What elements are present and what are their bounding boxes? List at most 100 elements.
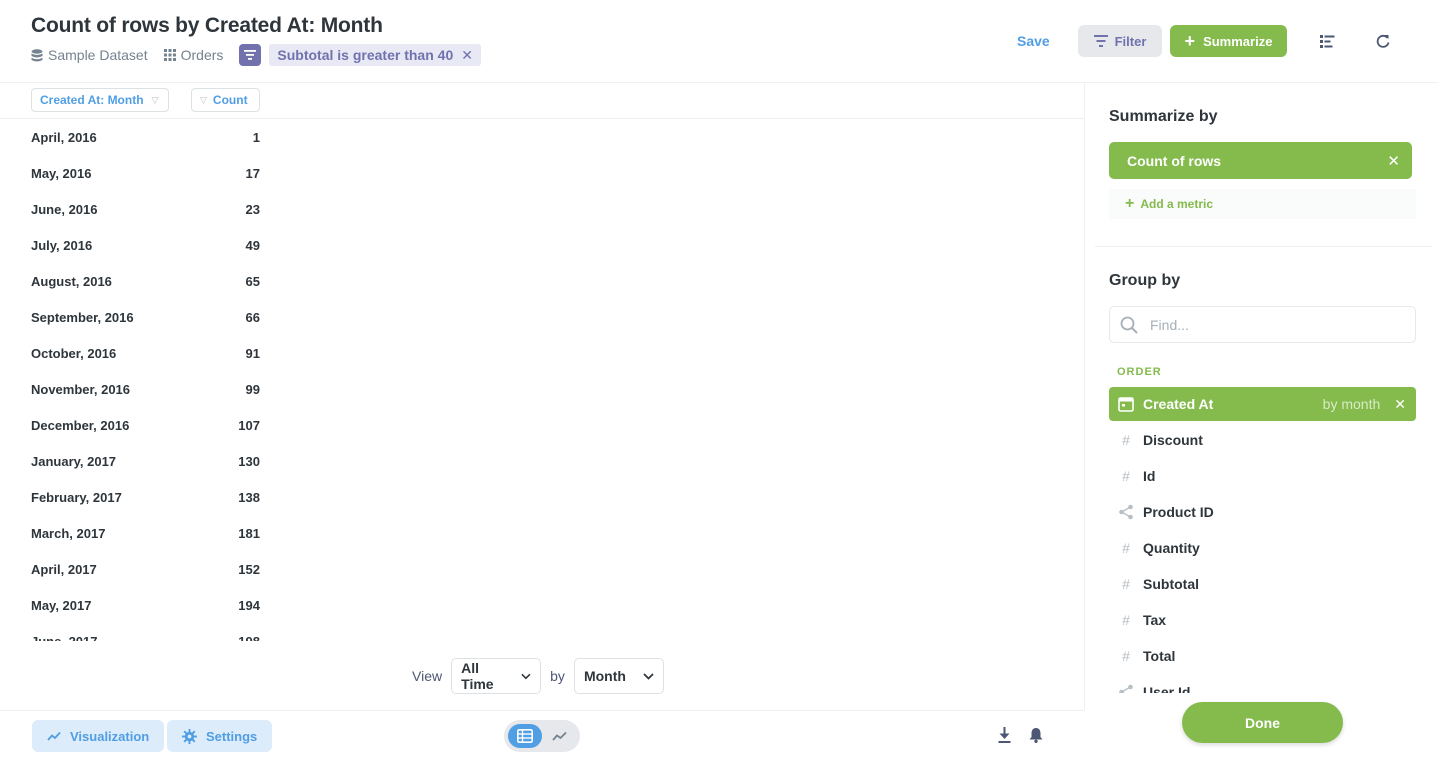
number-icon: #: [1122, 468, 1130, 484]
cell-count[interactable]: 1: [253, 130, 260, 145]
column-header-created-at[interactable]: Created At: Month ▽: [31, 88, 169, 112]
table-row: December, 2016 107: [0, 407, 300, 443]
cell-month[interactable]: June, 2016: [31, 202, 98, 217]
connections-icon: [1109, 684, 1143, 693]
remove-metric-icon[interactable]: ✕: [1387, 152, 1400, 170]
cell-count[interactable]: 130: [238, 454, 260, 469]
query-footer: Visualization Settings: [0, 710, 1085, 758]
column-header-label: Count: [212, 93, 248, 107]
metric-label: Count of rows: [1127, 152, 1222, 169]
number-icon: #: [1122, 576, 1130, 592]
cell-count[interactable]: 91: [246, 346, 260, 361]
dimension-item[interactable]: User Id: [1109, 675, 1416, 693]
table-row: July, 2016 49: [0, 227, 300, 263]
cell-month[interactable]: January, 2017: [31, 454, 116, 469]
breadcrumb-table-label: Orders: [180, 47, 224, 63]
summarize-button[interactable]: + Summarize: [1170, 25, 1287, 57]
refresh-button[interactable]: [1372, 30, 1394, 52]
remove-filter-icon[interactable]: ✕: [461, 47, 473, 64]
filter-button[interactable]: Filter: [1078, 25, 1162, 57]
cell-count[interactable]: 17: [246, 166, 260, 181]
table-row: April, 2016 1: [0, 119, 300, 155]
cell-count[interactable]: 107: [238, 418, 260, 433]
table-row: October, 2016 91: [0, 335, 300, 371]
cell-count[interactable]: 181: [238, 526, 260, 541]
table-header: Created At: Month ▽ ▽ Count: [0, 83, 1085, 119]
cell-month[interactable]: November, 2016: [31, 382, 130, 397]
cell-count[interactable]: 198: [238, 634, 260, 641]
dimension-item[interactable]: # Discount: [1109, 423, 1416, 457]
number-icon: #: [1122, 432, 1130, 448]
cell-month[interactable]: May, 2016: [31, 166, 91, 181]
settings-button[interactable]: Settings: [167, 720, 273, 752]
cell-month[interactable]: December, 2016: [31, 418, 129, 433]
table-body: April, 2016 1 May, 2016 17 June, 2016 23 July,…: [0, 119, 1085, 641]
granularity-select[interactable]: Month: [573, 658, 664, 694]
chevron-down-icon: ▽: [200, 94, 207, 105]
filter-toggle-button[interactable]: [239, 44, 262, 66]
cell-count[interactable]: 66: [246, 310, 260, 325]
cell-count[interactable]: 152: [238, 562, 260, 577]
column-header-count[interactable]: ▽ Count: [191, 88, 260, 112]
dimension-list: Created At by month ✕ # Discount # Id Product I…: [1085, 383, 1438, 693]
dimension-label: Subtotal: [1143, 576, 1199, 592]
cell-month[interactable]: August, 2016: [31, 274, 112, 289]
plus-icon: +: [1184, 31, 1196, 51]
cell-count[interactable]: 138: [238, 490, 260, 505]
line-chart-icon: [47, 731, 61, 741]
dimension-item[interactable]: Product ID: [1109, 495, 1416, 529]
cell-month[interactable]: October, 2016: [31, 346, 116, 361]
add-metric-button[interactable]: + Add a metric: [1109, 189, 1416, 219]
notebook-icon: [1319, 34, 1334, 48]
cell-count[interactable]: 23: [246, 202, 260, 217]
filter-pill[interactable]: Subtotal is greater than 40 ✕: [269, 44, 481, 66]
dimension-item[interactable]: # Total: [1109, 639, 1416, 673]
cell-month[interactable]: February, 2017: [31, 490, 122, 505]
done-button[interactable]: Done: [1182, 702, 1343, 743]
cell-month[interactable]: April, 2016: [31, 130, 97, 145]
breadcrumb-table[interactable]: Orders: [163, 47, 224, 63]
cell-month[interactable]: March, 2017: [31, 526, 105, 541]
cell-count[interactable]: 99: [246, 382, 260, 397]
dimension-item[interactable]: # Id: [1109, 459, 1416, 493]
table-view-toggle[interactable]: [508, 724, 542, 748]
by-label: by: [550, 668, 565, 684]
dimension-item[interactable]: # Subtotal: [1109, 567, 1416, 601]
binning-option[interactable]: by month: [1323, 396, 1381, 412]
calendar-icon: [1109, 396, 1143, 412]
dimension-item[interactable]: # Tax: [1109, 603, 1416, 637]
alert-button[interactable]: [1025, 724, 1047, 746]
chart-view-toggle[interactable]: [542, 724, 576, 748]
breadcrumb: Sample Dataset Orders Subtotal is greate…: [31, 44, 481, 66]
dimension-search: [1109, 306, 1416, 343]
cell-count[interactable]: 49: [246, 238, 260, 253]
cell-month[interactable]: May, 2017: [31, 598, 91, 613]
notebook-button[interactable]: [1316, 30, 1338, 52]
time-range-select[interactable]: All Time: [451, 658, 542, 694]
dimension-label: Discount: [1143, 432, 1203, 448]
table-row: April, 2017 152: [0, 551, 300, 587]
database-icon: [31, 48, 43, 61]
cell-month[interactable]: April, 2017: [31, 562, 97, 577]
search-input[interactable]: [1150, 316, 1390, 333]
summarize-sidebar: Summarize by Count of rows ✕ + Add a met…: [1085, 83, 1438, 758]
dimension-item[interactable]: # Quantity: [1109, 531, 1416, 565]
visualization-button[interactable]: Visualization: [32, 720, 165, 752]
breadcrumb-database[interactable]: Sample Dataset: [31, 47, 148, 63]
gear-icon: [182, 728, 197, 744]
metric-count-of-rows[interactable]: Count of rows ✕: [1109, 142, 1412, 179]
download-button[interactable]: [993, 724, 1015, 746]
chevron-down-icon: ▽: [151, 94, 159, 105]
cell-month[interactable]: September, 2016: [31, 310, 134, 325]
cell-month[interactable]: July, 2016: [31, 238, 92, 253]
table-chart-toggle: [504, 720, 580, 752]
download-icon: [998, 727, 1010, 743]
cell-count[interactable]: 65: [246, 274, 260, 289]
save-button[interactable]: Save: [1017, 33, 1050, 49]
dimension-item[interactable]: Created At by month ✕: [1109, 387, 1416, 421]
remove-dimension-icon[interactable]: ✕: [1394, 396, 1406, 413]
cell-month[interactable]: June, 2017: [31, 634, 98, 641]
line-chart-icon: [551, 731, 567, 741]
cell-count[interactable]: 194: [238, 598, 260, 613]
table-row: June, 2016 23: [0, 191, 300, 227]
